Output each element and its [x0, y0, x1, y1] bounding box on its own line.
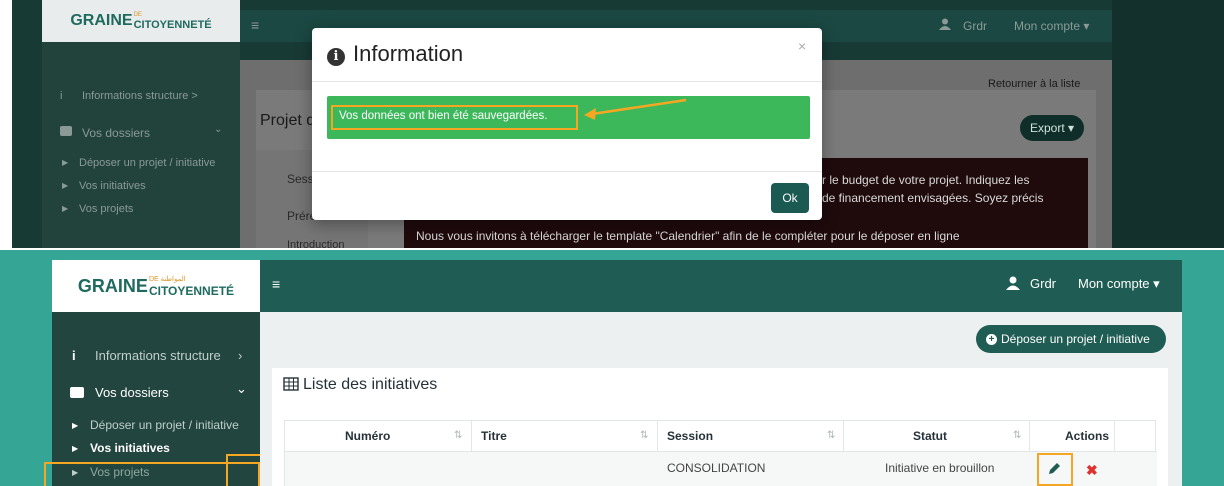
deposit-button[interactable]: + Déposer un projet / initiative — [976, 325, 1166, 353]
bottom-logo: GRAINE DE المواطنة CITOYENNETÉ — [52, 260, 260, 312]
ok-button[interactable]: Ok — [771, 183, 809, 213]
table-icon — [283, 377, 299, 391]
logo-text: GRAINE — [77, 275, 148, 296]
bottom-sidebar-dossiers[interactable]: Vos dossiers — [95, 385, 169, 400]
bottom-user-name[interactable]: Grdr — [1030, 276, 1056, 291]
top-chevron-down-icon: ⌄ — [214, 124, 223, 135]
information-modal: i Information × Vos données ont bien été… — [312, 28, 822, 220]
bottom-chevron-right-icon: › — [238, 348, 243, 363]
bottom-info-icon: i — [72, 348, 76, 363]
bottom-sidebar-link-deposer[interactable]: Déposer un projet / initiative — [90, 418, 239, 432]
header-statut[interactable]: Statut — [913, 421, 947, 451]
header-session[interactable]: Session — [667, 421, 713, 451]
top-sidebar-link-initiatives[interactable]: Vos initiatives — [79, 180, 146, 192]
dark-text-line-2: de financement envisagées. Soyez précis — [822, 191, 1044, 205]
cell-session: CONSOLIDATION — [667, 461, 766, 475]
header-titre[interactable]: Titre — [481, 421, 507, 451]
top-user-name[interactable]: Grdr — [963, 19, 987, 33]
user-icon — [939, 17, 951, 30]
top-logo: GRAINE DE CITOYENNETÉ — [42, 0, 240, 42]
sidebar-highlight-box-small — [226, 454, 262, 486]
top-caret-icon: ▶ — [62, 204, 69, 213]
sort-icon[interactable]: ⇅ — [454, 430, 463, 441]
logo-text: GRAINE — [70, 12, 133, 29]
header-actions: Actions — [1065, 429, 1110, 443]
bottom-briefcase-icon — [70, 387, 84, 398]
modal-divider — [312, 171, 822, 172]
pencil-icon[interactable] — [1047, 462, 1061, 476]
logo-sub-main: CITOYENNETÉ — [148, 283, 235, 298]
logo-sub-top: DE — [133, 12, 142, 18]
annotation-arrow-icon — [584, 98, 687, 120]
plus-circle-icon: + — [986, 333, 997, 345]
top-account-menu[interactable]: Mon compte ▾ — [1014, 19, 1089, 33]
menu-item-session[interactable]: Sess — [287, 172, 314, 186]
bottom-screenshot: GRAINE DE المواطنة CITOYENNETÉ ≡ Grdr Mo… — [0, 250, 1224, 486]
menu-toggle-icon[interactable]: ≡ — [251, 17, 259, 33]
sort-icon[interactable]: ⇅ — [1013, 430, 1022, 441]
bottom-account-menu[interactable]: Mon compte ▾ — [1078, 276, 1160, 292]
user-icon — [1006, 276, 1020, 290]
success-message: Vos données ont bien été sauvegardées. — [339, 110, 548, 122]
top-sidebar-link-deposer[interactable]: Déposer un projet / initiative — [79, 157, 215, 169]
list-title: Liste des initiatives — [303, 376, 438, 393]
top-info-icon: i — [60, 90, 63, 102]
top-right-strip — [1112, 0, 1224, 248]
deposit-button-label: Déposer un projet / initiative — [1001, 332, 1150, 346]
header-numero[interactable]: Numéro — [345, 421, 390, 451]
sort-icon[interactable]: ⇅ — [827, 430, 836, 441]
top-sidebar-dossiers[interactable]: Vos dossiers — [82, 126, 150, 140]
menu-toggle-icon[interactable]: ≡ — [272, 276, 280, 292]
top-caret-icon: ▶ — [62, 158, 69, 167]
info-icon: i — [327, 48, 345, 66]
menu-item-introduction[interactable]: Introduction — [287, 239, 344, 250]
bottom-sidebar-info[interactable]: Informations structure — [95, 348, 221, 363]
top-briefcase-icon — [60, 126, 72, 136]
cell-statut: Initiative en brouillon — [885, 461, 995, 475]
top-caret-icon: ▶ — [62, 181, 69, 190]
top-screenshot: GRAINE DE CITOYENNETÉ ≡ Grdr Mon compte … — [0, 0, 1224, 250]
modal-title: Information — [353, 41, 464, 66]
export-label: Export ▾ — [1029, 121, 1075, 135]
delete-icon[interactable]: ✖ — [1086, 462, 1098, 479]
export-button[interactable]: Export ▾ — [1020, 115, 1084, 141]
dark-text-bottom-line: Nous vous invitons à télécharger le temp… — [416, 229, 960, 243]
bottom-caret-icon: ▶ — [72, 421, 79, 430]
bottom-sidebar-link-initiatives[interactable]: Vos initiatives — [90, 441, 170, 455]
bottom-caret-icon: ▶ — [72, 444, 79, 453]
top-sidebar-link-projets[interactable]: Vos projets — [79, 203, 133, 215]
logo-sub-arabic: المواطنة — [160, 275, 186, 283]
bottom-chevron-down-icon: ⌄ — [236, 381, 247, 396]
dark-text-line-1: r le budget de votre projet. Indiquez le… — [822, 173, 1030, 187]
initiatives-table: Numéro ⇅ Titre ⇅ Session ⇅ Statut ⇅ Acti… — [284, 420, 1157, 486]
logo-sub-main: CITOYENNETÉ — [133, 19, 212, 31]
close-icon[interactable]: × — [798, 38, 806, 54]
logo-sub-top: DE — [148, 275, 159, 283]
sort-icon[interactable]: ⇅ — [640, 430, 649, 441]
back-to-list-link[interactable]: Retourner à la liste — [988, 78, 1080, 90]
top-sidebar-info[interactable]: Informations structure > — [82, 90, 198, 102]
top-page-title: Projet d — [260, 112, 316, 129]
success-alert: Vos données ont bien été sauvegardées. — [327, 96, 810, 139]
